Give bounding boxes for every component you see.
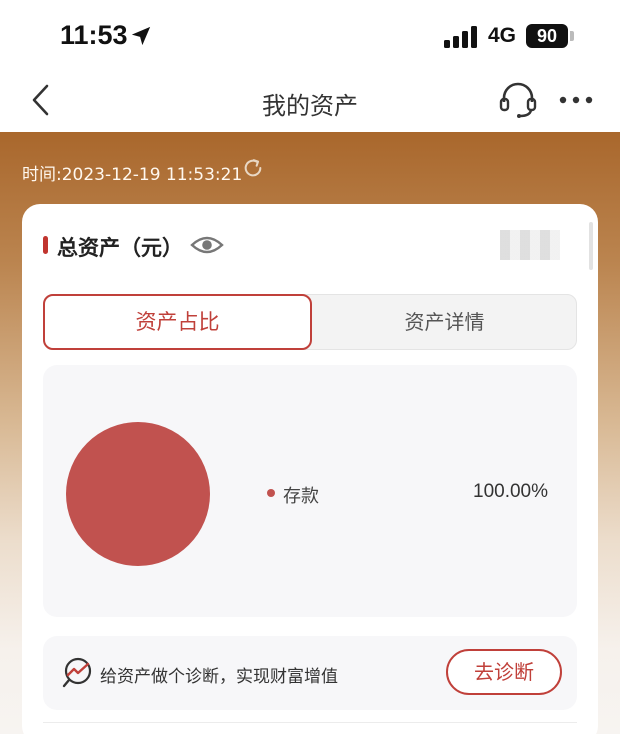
update-timestamp: 时间:2023-12-19 11:53:21	[22, 165, 243, 185]
refresh-icon[interactable]	[242, 157, 264, 179]
section-accent-bar	[43, 236, 48, 254]
legend-label-deposit: 存款	[283, 486, 319, 507]
status-time: 11:53	[60, 20, 128, 50]
more-dots-icon[interactable]	[558, 94, 594, 106]
go-diagnose-button[interactable]: 去诊断	[446, 649, 562, 695]
eye-visibility-icon[interactable]	[190, 232, 224, 258]
battery-level: 90	[536, 26, 558, 46]
total-assets-label: 总资产（元）	[57, 236, 183, 260]
allocation-pie-chart	[66, 422, 210, 566]
tab-asset-detail[interactable]: 资产详情	[312, 294, 577, 350]
location-arrow-icon	[131, 26, 151, 46]
customer-service-headset-icon[interactable]	[498, 80, 538, 120]
diagnosis-prompt-text: 给资产做个诊断，实现财富增值	[100, 667, 338, 687]
total-assets-value-masked	[500, 230, 560, 260]
scrollbar-thumb[interactable]	[589, 222, 593, 270]
tab-asset-ratio[interactable]: 资产占比	[43, 294, 312, 350]
section-divider	[43, 722, 577, 723]
network-type: 4G	[488, 24, 517, 47]
battery-tip	[570, 31, 574, 41]
legend-value-deposit: 100.00%	[473, 481, 549, 502]
pie-slice-0	[66, 422, 210, 566]
cellular-signal-icon	[444, 26, 477, 48]
legend-dot-deposit	[267, 489, 275, 497]
diagnosis-chart-icon	[62, 657, 92, 688]
nav-bar: 我的资产	[0, 72, 620, 132]
battery-icon: 90	[526, 24, 568, 48]
